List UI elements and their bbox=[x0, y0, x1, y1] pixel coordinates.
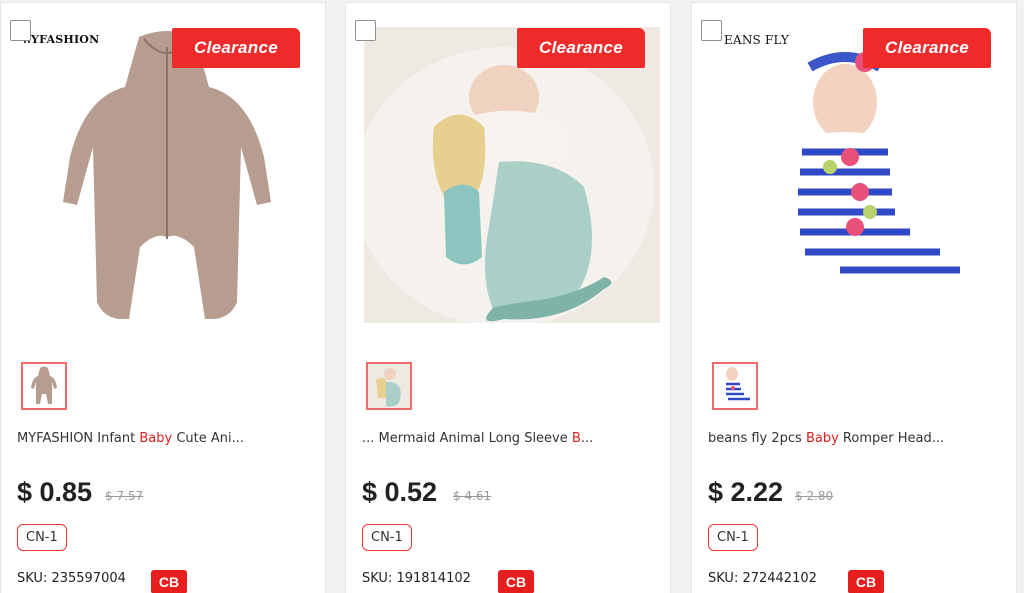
warehouse-tag: CN-1 bbox=[17, 524, 67, 551]
thumbnail[interactable] bbox=[712, 362, 758, 410]
cb-badge: CB bbox=[151, 570, 187, 593]
title-text: ... bbox=[580, 431, 594, 446]
product-title[interactable]: MYFASHION Infant Baby Cute Ani... bbox=[17, 431, 317, 446]
title-text: MYFASHION Infant bbox=[17, 431, 140, 446]
price: $ 0.52 bbox=[362, 477, 438, 507]
original-price: $ 2.80 bbox=[795, 489, 834, 503]
product-card[interactable]: Clearance ... Mermaid Animal Long Sleeve… bbox=[345, 2, 671, 593]
title-text: Romper Head... bbox=[838, 431, 945, 446]
title-text: ... Mermaid Animal Long Sleeve bbox=[362, 431, 572, 446]
product-image[interactable] bbox=[364, 27, 660, 323]
price: $ 2.22 bbox=[708, 477, 784, 507]
warehouse-tag: CN-1 bbox=[708, 524, 758, 551]
price: $ 0.85 bbox=[17, 477, 93, 507]
clearance-badge: Clearance bbox=[172, 28, 300, 68]
product-image[interactable] bbox=[710, 27, 1006, 323]
original-price: $ 4.61 bbox=[453, 489, 492, 503]
title-highlight: B bbox=[571, 431, 581, 446]
sku-label: SKU: 272442102 bbox=[708, 571, 817, 586]
clearance-badge: Clearance bbox=[863, 28, 991, 68]
clearance-badge: Clearance bbox=[517, 28, 645, 68]
title-text: Cute Ani... bbox=[172, 431, 245, 446]
title-highlight: Baby bbox=[139, 431, 173, 446]
sku-label: SKU: 235597004 bbox=[17, 571, 126, 586]
cb-badge: CB bbox=[848, 570, 884, 593]
sku-label: SKU: 191814102 bbox=[362, 571, 471, 586]
select-checkbox[interactable] bbox=[701, 20, 722, 41]
product-title[interactable]: ... Mermaid Animal Long Sleeve B... bbox=[362, 431, 662, 446]
original-price: $ 7.57 bbox=[105, 489, 144, 503]
brand-watermark: EANS FLY bbox=[724, 33, 790, 47]
brand-watermark: ..YFASHION bbox=[23, 33, 100, 46]
cb-badge: CB bbox=[498, 570, 534, 593]
warehouse-tag: CN-1 bbox=[362, 524, 412, 551]
product-grid: ..YFASHION Clearance MYFASHION Infant Ba… bbox=[0, 0, 1024, 593]
product-title[interactable]: beans fly 2pcs Baby Romper Head... bbox=[708, 431, 1008, 446]
thumbnail[interactable] bbox=[21, 362, 67, 410]
thumbnail[interactable] bbox=[366, 362, 412, 410]
title-text: beans fly 2pcs bbox=[708, 431, 806, 446]
product-card[interactable]: ..YFASHION Clearance MYFASHION Infant Ba… bbox=[0, 2, 326, 593]
product-card[interactable]: EANS FLY Clearance beans fly 2pcs Baby R… bbox=[691, 2, 1017, 593]
title-highlight: Baby bbox=[805, 431, 839, 446]
product-image[interactable] bbox=[19, 27, 315, 323]
select-checkbox[interactable] bbox=[355, 20, 376, 41]
